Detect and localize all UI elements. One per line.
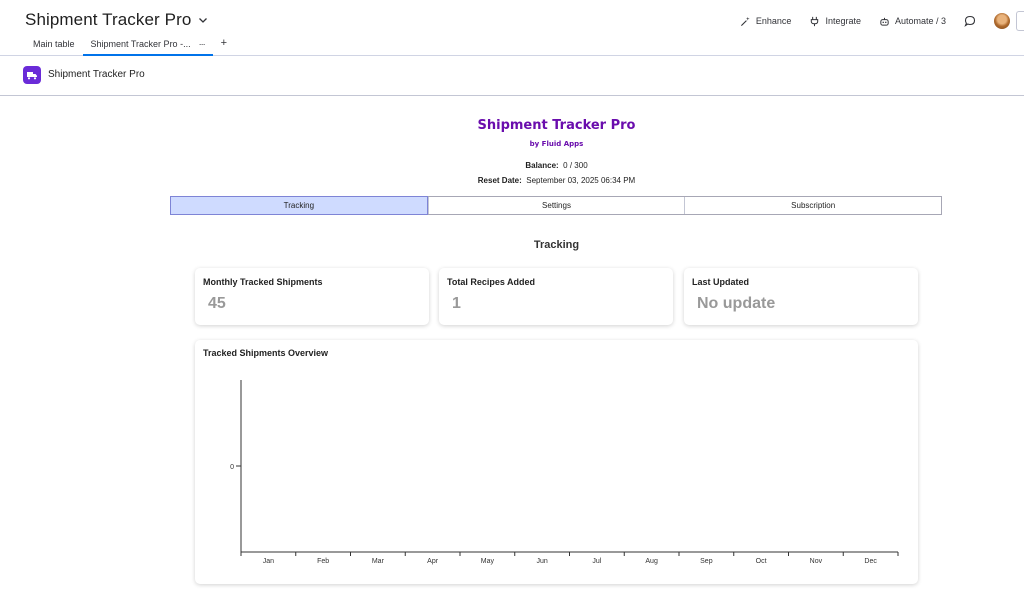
enhance-button[interactable]: Enhance	[740, 16, 792, 27]
card-label: Last Updated	[692, 277, 750, 287]
card-value: No update	[697, 295, 776, 312]
x-tick-label: Mar	[372, 558, 385, 565]
app-logo	[23, 66, 41, 84]
board-title: Shipment Tracker Pro	[25, 10, 192, 29]
y-tick-label: 0	[230, 464, 234, 471]
app-byline: by Fluid Apps	[529, 140, 584, 148]
monthly-shipments-card: Monthly Tracked Shipments 45	[195, 268, 429, 325]
app-nav-tabs: Tracking Settings Subscription	[170, 196, 942, 215]
user-avatar[interactable]	[994, 13, 1010, 29]
integrate-button[interactable]: Integrate	[809, 16, 861, 27]
card-value: 1	[452, 295, 461, 312]
x-tick-label: Jul	[592, 558, 601, 565]
robot-icon	[880, 17, 889, 26]
x-tick-label: Dec	[864, 558, 877, 565]
x-tick-label: May	[481, 558, 495, 565]
app-bar: Shipment Tracker Pro	[0, 57, 1024, 96]
tab-shipment-tracker[interactable]: Shipment Tracker Pro -... ···	[82, 36, 213, 56]
tab-tracking[interactable]: Tracking	[170, 196, 428, 215]
app-title: Shipment Tracker Pro	[477, 118, 636, 133]
plug-icon	[811, 16, 819, 26]
x-tick-label: Aug	[645, 558, 658, 565]
app-name: Shipment Tracker Pro	[48, 69, 145, 80]
card-label: Total Recipes Added	[447, 277, 536, 287]
board-view-tabs: Main table Shipment Tracker Pro -... ···…	[25, 36, 233, 56]
shipments-chart-card: Tracked Shipments Overview 0 Jan Feb Mar Apr…	[195, 340, 918, 584]
balance-line: Balance: 0 / 300	[0, 161, 1024, 170]
balance-value: 0 / 300	[563, 161, 588, 170]
x-tick-label: Sep	[700, 558, 713, 565]
automate-label: Automate / 3	[894, 16, 946, 26]
invite-button[interactable]	[1016, 11, 1024, 31]
reset-date-value: September 03, 2025 06:34 PM	[526, 176, 636, 185]
card-value: 45	[208, 295, 226, 312]
card-label: Monthly Tracked Shipments	[203, 277, 323, 287]
enhance-label: Enhance	[755, 16, 792, 26]
tab-shipment-tracker-label: Shipment Tracker Pro -...	[90, 39, 191, 49]
x-tick-label: Jan	[263, 558, 274, 565]
add-view-button[interactable]: +	[213, 36, 233, 49]
chat-bubble-icon[interactable]	[964, 15, 976, 27]
x-tick-label: Nov	[810, 558, 823, 565]
truck-icon	[27, 72, 37, 80]
balance-label: Balance:	[525, 161, 559, 170]
header-actions: Enhance Integrate Automate / 3	[740, 10, 1024, 32]
shipments-chart: 0 Jan Feb Mar Apr May Jun Jul Aug Sep Oct Nov Dec	[230, 380, 899, 565]
magic-wand-icon	[740, 16, 750, 26]
tab-main-table-label: Main table	[33, 39, 75, 49]
board-header: Shipment Tracker Pro Enhance Integrate A…	[0, 0, 1024, 56]
tab-settings[interactable]: Settings	[427, 197, 685, 214]
reset-date-line: Reset Date: September 03, 2025 06:34 PM	[0, 176, 1024, 185]
x-tick-label: Apr	[427, 558, 439, 565]
x-tick-label: Jun	[536, 558, 547, 565]
section-title: Tracking	[533, 239, 580, 251]
total-recipes-card: Total Recipes Added 1	[439, 268, 673, 325]
x-tick-label: Feb	[317, 558, 329, 565]
reset-date-label: Reset Date:	[477, 176, 522, 185]
integrate-label: Integrate	[825, 16, 861, 26]
chevron-down-icon	[199, 18, 208, 23]
x-tick-label: Oct	[756, 558, 767, 565]
tab-subscription[interactable]: Subscription	[684, 197, 942, 214]
tab-more-icon[interactable]: ···	[199, 39, 206, 54]
automate-button[interactable]: Automate / 3	[879, 16, 946, 27]
tab-main-table[interactable]: Main table	[25, 36, 83, 56]
last-updated-card: Last Updated No update	[684, 268, 918, 325]
board-title-dropdown[interactable]: Shipment Tracker Pro	[25, 10, 209, 30]
